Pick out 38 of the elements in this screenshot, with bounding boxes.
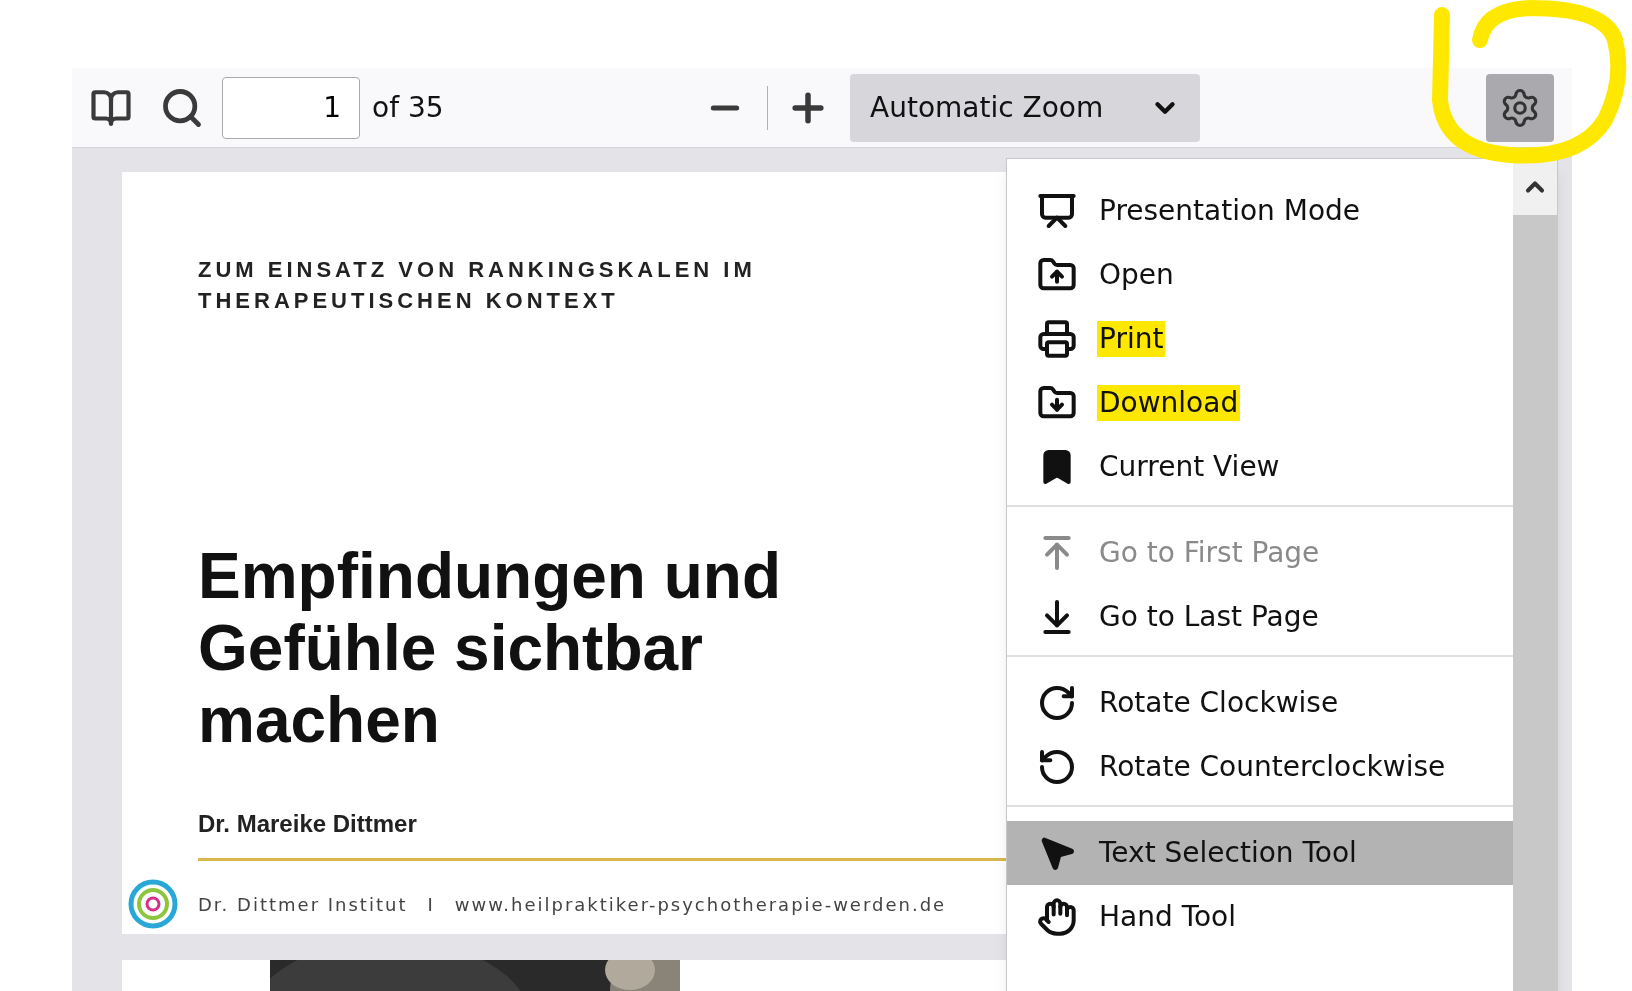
footer-separator: I <box>427 892 435 917</box>
footer-url: www.heilpraktiker-psychotherapie-werden.de <box>454 892 947 917</box>
menu-scrollbar[interactable] <box>1513 159 1557 991</box>
menu-item-label: Hand Tool <box>1098 899 1238 935</box>
printer-icon <box>1037 319 1077 359</box>
menu-item[interactable]: Print <box>1007 307 1514 371</box>
menu-item[interactable]: Hand Tool <box>1007 885 1514 949</box>
menu-item[interactable]: Rotate Counterclockwise <box>1007 735 1514 799</box>
hand-icon <box>1037 897 1077 937</box>
rotate-counterclockwise-icon <box>1037 747 1077 787</box>
menu-item-label: Rotate Clockwise <box>1098 685 1340 721</box>
menu-item[interactable]: Open <box>1007 243 1514 307</box>
menu-item-label: Download <box>1097 385 1241 421</box>
page-number-field[interactable]: 1 <box>222 76 360 139</box>
menu-item[interactable]: Text Selection Tool <box>1007 821 1514 885</box>
logo-icon <box>128 879 178 929</box>
settings-button[interactable] <box>1486 73 1554 142</box>
menu-item[interactable]: Download <box>1007 371 1514 435</box>
menu-item[interactable]: Go to Last Page <box>1007 585 1514 649</box>
document-title: Empfindungen und Gefühle sichtbar machen <box>198 540 781 756</box>
rotate-clockwise-icon <box>1037 683 1077 723</box>
menu-item-label: Rotate Counterclockwise <box>1098 749 1447 785</box>
zoom-dropdown[interactable]: Automatic Zoom <box>850 73 1200 142</box>
menu-item-label: Go to First Page <box>1098 535 1321 571</box>
footer-institute: Dr. Dittmer Institut <box>198 892 408 917</box>
menu-item-label: Print <box>1097 321 1166 357</box>
document-heading: ZUM EINSATZ VON RANKINGSKALEN IM THERAPEUTISCHEN KONTEXT <box>198 256 756 315</box>
menu-item[interactable]: Current View <box>1007 435 1514 499</box>
menu-item-label: Go to Last Page <box>1098 599 1320 635</box>
page-count: of 35 <box>372 89 444 126</box>
menu-item[interactable]: Presentation Mode <box>1007 179 1514 243</box>
menu-item-label: Open <box>1098 257 1175 293</box>
menu-item-label: Current View <box>1098 449 1281 485</box>
menu-item-label: Text Selection Tool <box>1098 835 1358 871</box>
menu-item-label: Presentation Mode <box>1098 193 1362 229</box>
presentation-icon <box>1037 191 1077 231</box>
menu-item[interactable]: Rotate Clockwise <box>1007 671 1514 735</box>
author-name: Dr. Mareike Dittmer <box>198 809 417 839</box>
